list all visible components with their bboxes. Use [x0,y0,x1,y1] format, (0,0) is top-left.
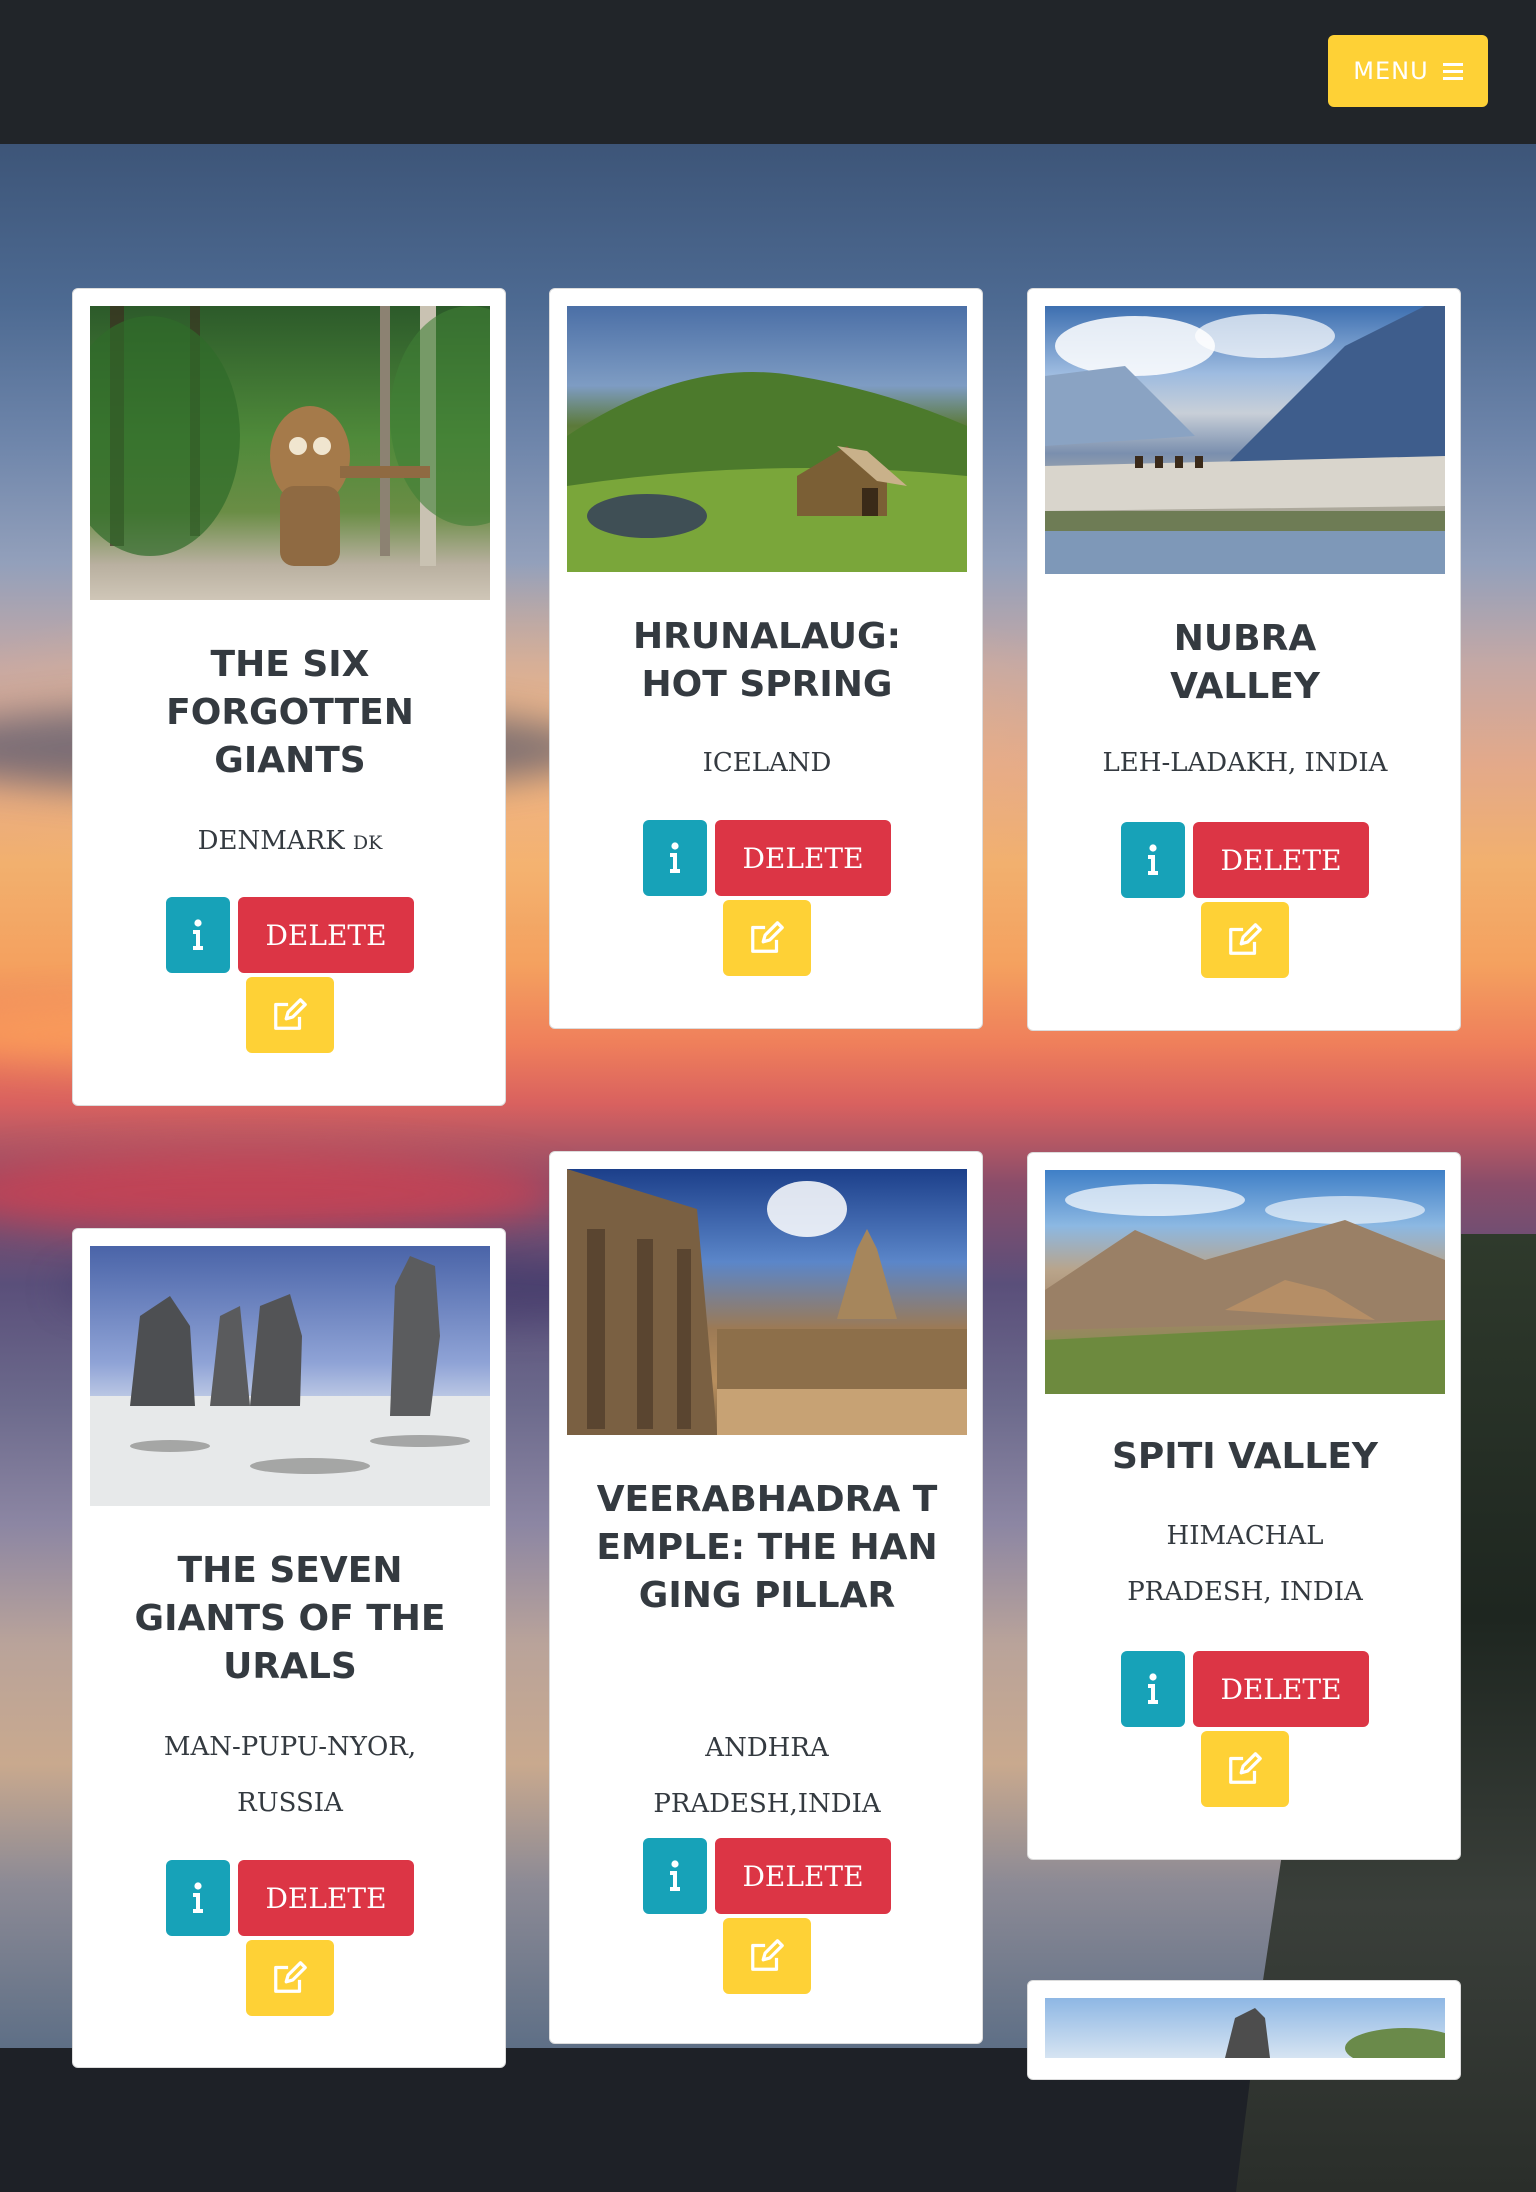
delete-button[interactable]: DELETE [238,1860,414,1936]
place-card: SPITI VALLEY HIMACHAL PRADESH, INDIA DEL… [1027,1152,1461,1860]
card-title: THE SEVEN GIANTS OF THE URALS [134,1550,446,1687]
navbar: MENU [0,0,1536,144]
edit-button[interactable] [1201,1731,1289,1807]
edit-button[interactable] [723,900,811,976]
place-card: NUBRA VALLEY LEH-LADAKH, INDIA DELETE [1027,288,1461,1031]
info-icon [192,1882,204,1914]
card-location: DENMARK DK [73,813,507,871]
card-image [1045,1998,1445,2058]
edit-button[interactable] [1201,902,1289,978]
card-location: ANDHRA PRADESH,INDIA [653,1733,881,1819]
delete-button[interactable]: DELETE [715,1838,891,1914]
card-location: LEH-LADAKH, INDIA [1102,748,1388,778]
info-button[interactable] [643,1838,707,1914]
edit-icon [748,919,786,957]
place-card [1027,1980,1461,2080]
delete-button[interactable]: DELETE [1193,822,1369,898]
delete-button[interactable]: DELETE [238,897,414,973]
card-image [90,1246,490,1506]
card-title: NUBRA VALLEY [1170,618,1320,707]
card-image [90,306,490,600]
info-icon [669,842,681,874]
card-image [1045,306,1445,574]
menu-label: MENU [1353,57,1429,85]
card-location: HIMACHAL PRADESH, INDIA [1127,1521,1363,1607]
edit-icon [748,1937,786,1975]
info-button[interactable] [166,1860,230,1936]
card-title: THE SIX FORGOTTEN GIANTS [166,644,414,781]
hamburger-icon [1442,62,1463,80]
info-icon [1147,1673,1159,1705]
delete-button[interactable]: DELETE [1193,1651,1369,1727]
info-button[interactable] [1121,822,1185,898]
card-title: VEERABHADRA TEMPLE: THE HANGING PILLAR [596,1479,938,1616]
edit-icon [1226,921,1264,959]
info-icon [1147,844,1159,876]
edit-button[interactable] [246,1940,334,2016]
card-location: ICELAND [702,748,832,778]
card-title: HRUNALAUG: HOT SPRING [633,616,901,705]
info-icon [669,1860,681,1892]
delete-button[interactable]: DELETE [715,820,891,896]
card-image [567,306,967,572]
info-button[interactable] [166,897,230,973]
place-card: VEERABHADRA TEMPLE: THE HANGING PILLAR A… [549,1151,983,2044]
place-card: THE SEVEN GIANTS OF THE URALS MAN-PUPU-N… [72,1228,506,2068]
edit-icon [1226,1750,1264,1788]
info-icon [192,919,204,951]
edit-button[interactable] [723,1918,811,1994]
edit-icon [271,1959,309,1997]
edit-button[interactable] [246,977,334,1053]
place-card: THE SIX FORGOTTEN GIANTS DENMARK DK DELE… [72,288,506,1106]
place-card: HRUNALAUG: HOT SPRING ICELAND DELETE [549,288,983,1029]
info-button[interactable] [643,820,707,896]
edit-icon [271,996,309,1034]
card-title: SPITI VALLEY [1111,1436,1378,1477]
card-image [567,1169,967,1435]
info-button[interactable] [1121,1651,1185,1727]
menu-button[interactable]: MENU [1328,35,1488,107]
card-location: MAN-PUPU-NYOR, RUSSIA [163,1732,417,1818]
card-location-code: DK [352,832,383,854]
card-location-text: DENMARK [197,826,345,856]
card-image [1045,1170,1445,1394]
